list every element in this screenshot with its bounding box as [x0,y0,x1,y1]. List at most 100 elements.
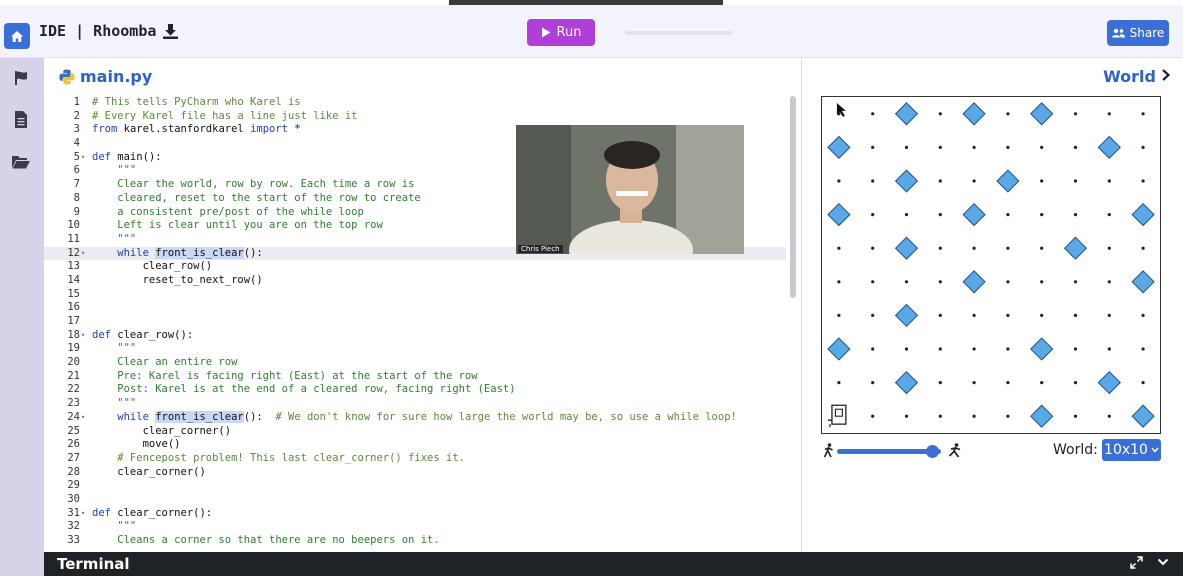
line-number: 5 [73,150,80,163]
code-token: clear_corner(): [110,506,213,519]
world-panel: World World: 10x10 [803,58,1183,552]
code-line[interactable]: 14 reset_to_next_row() [44,274,786,288]
editor-scrollbar[interactable] [790,96,796,298]
share-button[interactable]: Share [1107,20,1169,46]
code-token: Post: Karel is at the end of a cleared r… [92,383,516,396]
corner-dot [1141,246,1145,250]
code-token: main(): [110,150,162,163]
code-line[interactable]: 31 ▾ def clear_corner(): [44,507,786,521]
run-button[interactable]: Run [527,19,595,46]
code-line[interactable]: 15 [44,288,786,302]
speaker-video-image [516,125,744,254]
code-line[interactable]: 2 # Every Karel file has a line just like… [44,110,786,124]
expand-icon[interactable] [1130,556,1143,569]
corner-dot [1040,280,1044,284]
corner-dot [938,313,942,317]
beeper [962,102,986,126]
terminal-bar[interactable]: Terminal [44,552,1183,576]
line-number: 31 [67,506,80,519]
app-title: IDE | Rhoomba [39,22,179,40]
document-icon [15,110,27,128]
corner-dot [1073,213,1078,217]
corner-dot [1073,112,1078,116]
code-line[interactable]: 22 Post: Karel is at the end of a cleare… [44,383,786,397]
code-line[interactable]: 25 clear_corner() [44,425,786,439]
code-line[interactable]: 13 clear_row() [44,260,786,274]
code-line[interactable]: 19 """ [44,342,786,356]
line-number: 19 [67,342,80,355]
line-number: 15 [67,287,80,300]
code-token: from [92,123,118,136]
code-token: # Fencepost problem! This last clear_cor… [92,451,465,464]
code-line[interactable]: 1 # This tells PyCharm who Karel is [44,96,786,110]
fold-toggle-icon[interactable]: ▾ [81,329,85,343]
corner-dot [972,414,976,418]
beeper [894,370,919,395]
line-number: 9 [73,205,80,218]
line-number: 20 [67,356,80,369]
speed-slider-handle[interactable] [926,445,940,458]
code-token: clear_row(): [110,328,194,341]
line-number: 18 [67,328,80,341]
code-line[interactable]: 26 move() [44,438,786,452]
code-line[interactable]: 29 [44,479,786,493]
code-text: """ [92,233,136,247]
folder-open-icon [12,156,30,169]
file-name: main.py [80,67,153,86]
file-tab[interactable]: main.py [59,67,152,86]
code-line[interactable]: 33 Cleans a corner so that there are no … [44,534,786,548]
fold-toggle-icon[interactable]: ▾ [81,151,85,165]
world-size-value: 10x10 [1104,442,1148,458]
code-line[interactable]: 16 [44,301,786,315]
run-fast-icon [948,443,961,458]
code-text: cleared, reset to the start of the row t… [92,192,420,206]
code-line[interactable]: 17 [44,315,786,329]
karel-world-grid[interactable] [821,96,1161,434]
code-line[interactable]: 23 """ [44,397,786,411]
code-token: front_is_clear [155,410,244,423]
corner-dot [938,179,942,183]
beeper [996,169,1020,193]
corner-dot [1107,414,1111,418]
code-token: """ [92,520,137,533]
code-text: while front_is_clear(): # We don't know … [92,410,737,425]
fold-toggle-icon[interactable]: ▾ [81,507,85,521]
users-icon [1111,28,1125,38]
fold-toggle-icon[interactable]: ▾ [81,247,85,261]
code-line[interactable]: 28 clear_corner() [44,466,786,480]
code-line[interactable]: 32 """ [44,520,786,534]
beeper [827,202,851,227]
beeper [894,102,919,126]
home-button[interactable] [4,23,30,49]
line-number: 6 [73,164,80,177]
corner-dot [1107,213,1111,217]
code-line[interactable]: 21 Pre: Karel is facing right (East) at … [44,370,786,384]
chevron-down-icon[interactable] [1157,556,1169,568]
code-line[interactable]: 24 ▾ while front_is_clear(): # We don't k… [44,410,786,425]
world-size-select[interactable]: 10x10 [1102,439,1161,461]
corner-dot [1006,381,1010,385]
app-title-text: IDE | Rhoomba [39,22,157,40]
corner-dot [837,179,841,183]
speaker-name: Chris Piech [518,245,563,253]
corner-dot [1040,145,1044,149]
code-line[interactable]: 30 [44,493,786,507]
corner-dot [1107,112,1111,116]
download-icon[interactable] [162,23,179,40]
code-text: def clear_corner(): [92,507,212,521]
sidebar-item-files[interactable] [11,152,31,172]
sidebar-item-docs[interactable] [11,109,31,129]
code-line[interactable]: 18 ▾ def clear_row(): [44,329,786,343]
corner-dot [938,213,942,217]
code-text: """ [92,342,136,356]
code-line[interactable]: 27 # Fencepost problem! This last clear_… [44,452,786,466]
chevron-right-icon[interactable] [1161,68,1171,82]
fold-toggle-icon[interactable]: ▾ [81,411,85,425]
code-token: # Every Karel file has a line just like … [92,109,358,122]
code-line[interactable]: 20 Clear an entire row [44,356,786,370]
corner-dot [938,112,942,116]
line-number: 33 [67,534,80,546]
sidebar-item-problem[interactable] [11,68,31,88]
corner-dot [1006,213,1010,217]
line-number: 4 [73,137,80,150]
